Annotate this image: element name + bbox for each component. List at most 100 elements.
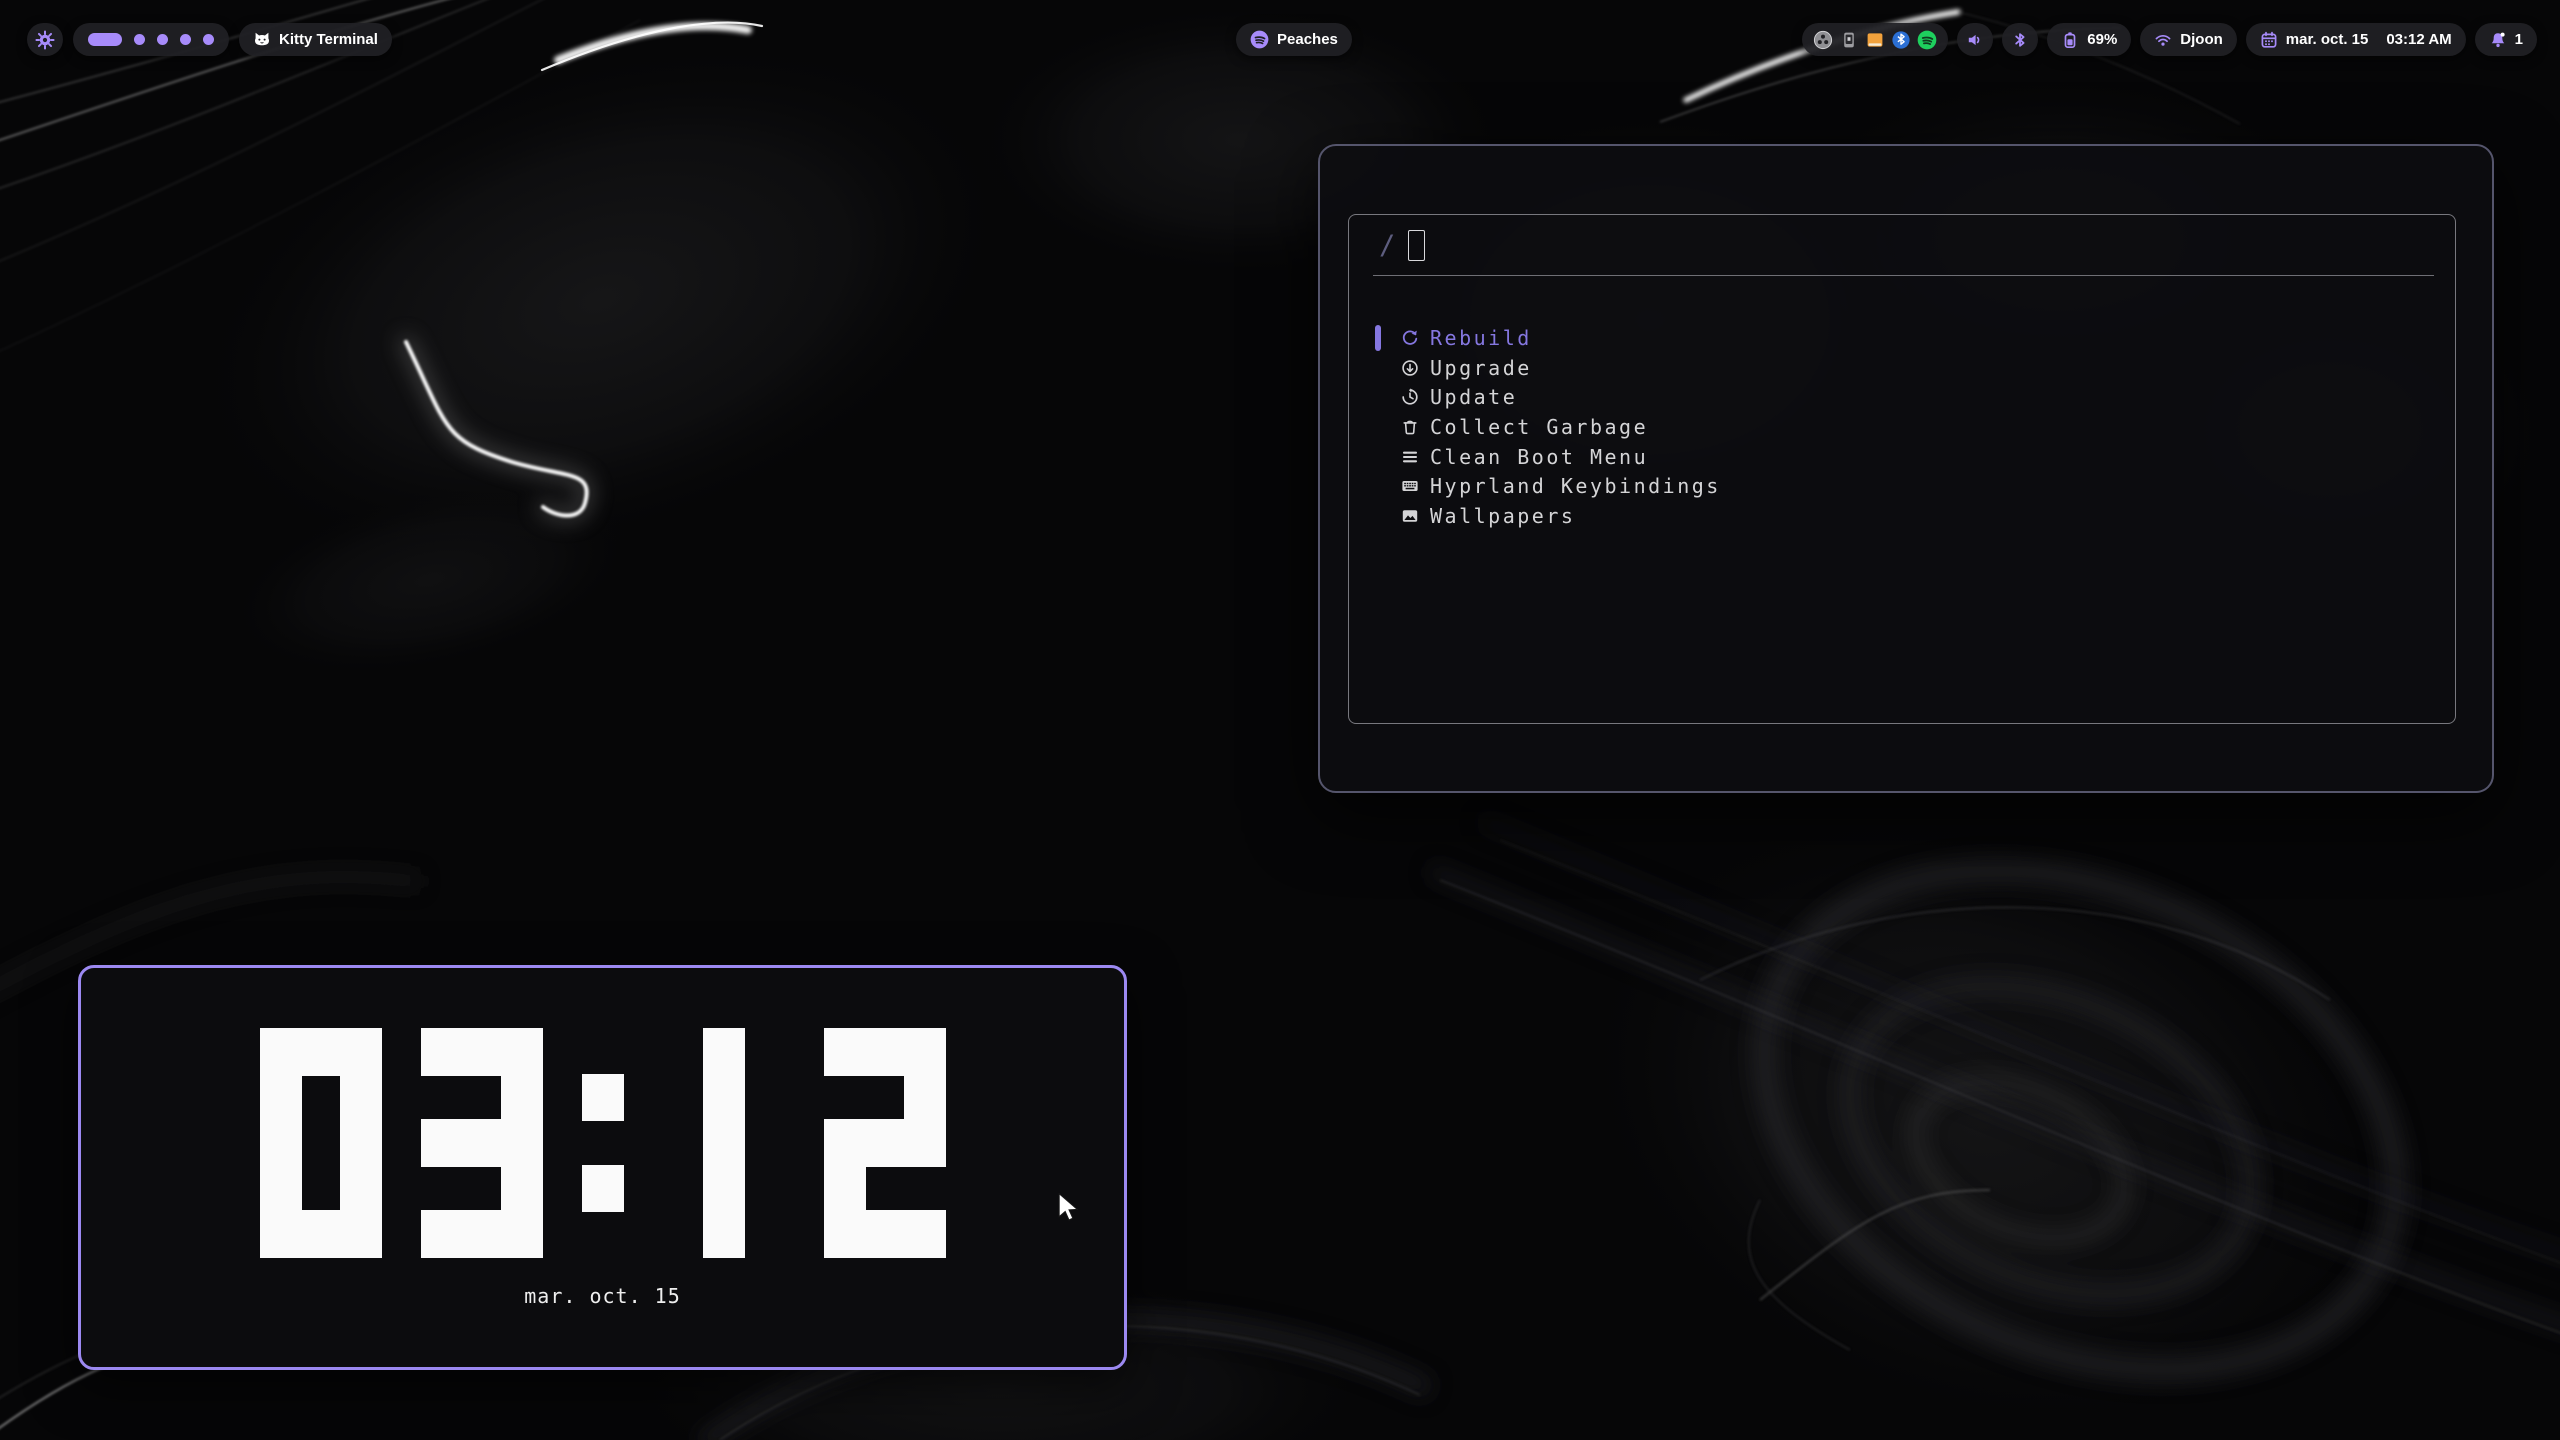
digit-cell xyxy=(301,1166,341,1212)
digit-cell xyxy=(261,1029,301,1075)
network-name: Djoon xyxy=(2180,31,2223,48)
obs-tray-icon[interactable] xyxy=(1813,30,1833,50)
digit-cell xyxy=(502,1029,542,1075)
launcher-item-label: Collect Garbage xyxy=(1430,415,1648,439)
focused-window-title: Kitty Terminal xyxy=(279,31,378,48)
digit-cell xyxy=(865,1166,905,1212)
launcher-menu: RebuildUpgradeUpdate Collect Garbage Clean… xyxy=(1349,323,2455,531)
digit-cell xyxy=(583,1029,623,1075)
digit-cell xyxy=(583,1120,623,1166)
launcher-item-wallpapers[interactable]: Wallpapers xyxy=(1349,501,2455,531)
launcher-item-collect-garbage[interactable]: Collect Garbage xyxy=(1349,412,2455,442)
clock-update-icon xyxy=(1401,388,1419,406)
digit-cell xyxy=(825,1211,865,1257)
bluetooth-tray-icon[interactable] xyxy=(1891,30,1911,50)
digit-cell xyxy=(865,1211,905,1257)
topbar-right: 69% Djoon mar. xyxy=(1802,23,2537,56)
speaker-icon xyxy=(1966,31,1984,49)
digit-cell xyxy=(704,1211,744,1257)
digit-cell xyxy=(301,1075,341,1121)
digit-cell xyxy=(261,1211,301,1257)
digit-cell xyxy=(502,1075,542,1121)
phone-tray-icon[interactable] xyxy=(1839,30,1859,50)
focused-window-pill[interactable]: Kitty Terminal xyxy=(239,23,392,56)
digit-cell xyxy=(744,1166,784,1212)
clock-time xyxy=(261,1029,945,1257)
digit-cell xyxy=(905,1075,945,1121)
digit-cell xyxy=(865,1029,905,1075)
digit-cell xyxy=(744,1120,784,1166)
notification-count: 1 xyxy=(2515,31,2523,48)
digit-cell xyxy=(422,1120,462,1166)
keyboard-icon xyxy=(1401,477,1419,495)
spotify-icon xyxy=(1250,30,1269,49)
launcher-search-input[interactable]: / xyxy=(1349,215,2455,275)
datetime-pill[interactable]: mar. oct. 15 03:12 AM xyxy=(2246,23,2466,56)
workspace-active[interactable] xyxy=(88,33,122,46)
workspace-dot[interactable] xyxy=(134,34,145,45)
digit-cell xyxy=(462,1166,502,1212)
digit-cell xyxy=(825,1166,865,1212)
digit-cell xyxy=(261,1075,301,1121)
bluetooth-pill[interactable] xyxy=(2002,23,2038,56)
digit-cell xyxy=(704,1166,744,1212)
image-icon xyxy=(1401,507,1419,525)
digit-cell xyxy=(583,1211,623,1257)
digit-cell xyxy=(704,1075,744,1121)
digit-cell xyxy=(502,1211,542,1257)
digit-cell xyxy=(422,1166,462,1212)
launcher-item-label: Hyprland Keybindings xyxy=(1430,474,1721,498)
digit-cell xyxy=(704,1029,744,1075)
cat-icon xyxy=(253,31,271,49)
files-tray-icon[interactable] xyxy=(1865,30,1885,50)
digit-cell xyxy=(865,1120,905,1166)
system-tray-pill[interactable] xyxy=(1802,23,1948,56)
digit-cell xyxy=(462,1120,502,1166)
workspaces-pill[interactable] xyxy=(73,23,229,56)
workspace-dot[interactable] xyxy=(157,34,168,45)
digit-cell xyxy=(341,1211,381,1257)
digit-cell xyxy=(744,1075,784,1121)
clock-digit xyxy=(664,1029,784,1257)
launcher-item-clean-boot-menu[interactable]: Clean Boot Menu xyxy=(1349,442,2455,472)
workspace-dot[interactable] xyxy=(180,34,191,45)
now-playing-title: Peaches xyxy=(1277,31,1338,48)
circle-down-arrow-icon xyxy=(1401,359,1419,377)
wifi-pill[interactable]: Djoon xyxy=(2140,23,2237,56)
digit-cell xyxy=(664,1075,704,1121)
gear-icon xyxy=(35,30,55,50)
text-cursor xyxy=(1408,230,1425,261)
launcher-item-update[interactable]: Update xyxy=(1349,382,2455,412)
digit-cell xyxy=(704,1120,744,1166)
digit-cell xyxy=(905,1120,945,1166)
digit-cell xyxy=(462,1211,502,1257)
volume-pill[interactable] xyxy=(1957,23,1993,56)
topbar-center: Peaches xyxy=(1236,23,1352,56)
digit-cell xyxy=(502,1166,542,1212)
clock-colon xyxy=(583,1029,623,1257)
wifi-icon xyxy=(2154,31,2172,49)
launcher-panel: / RebuildUpgradeUpdate Collect Garbage Cle… xyxy=(1348,214,2456,724)
digit-cell xyxy=(825,1120,865,1166)
settings-button[interactable] xyxy=(27,23,63,56)
launcher-item-hyprland-keybindings[interactable]: Hyprland Keybindings xyxy=(1349,471,2455,501)
digit-cell xyxy=(664,1029,704,1075)
workspace-dot[interactable] xyxy=(203,34,214,45)
digit-cell xyxy=(301,1120,341,1166)
topbar-left: Kitty Terminal xyxy=(27,23,392,56)
launcher-item-label: Clean Boot Menu xyxy=(1430,445,1648,469)
digit-cell xyxy=(341,1166,381,1212)
launcher-item-label: Wallpapers xyxy=(1430,504,1575,528)
digit-cell xyxy=(341,1075,381,1121)
launcher-item-rebuild[interactable]: Rebuild xyxy=(1349,323,2455,353)
digit-cell xyxy=(905,1166,945,1212)
battery-pill[interactable]: 69% xyxy=(2047,23,2131,56)
digit-cell xyxy=(301,1029,341,1075)
notifications-pill[interactable]: 1 xyxy=(2475,23,2537,56)
spotify-tray-icon[interactable] xyxy=(1917,30,1937,50)
launcher-item-upgrade[interactable]: Upgrade xyxy=(1349,353,2455,383)
bell-icon xyxy=(2489,31,2507,49)
now-playing-pill[interactable]: Peaches xyxy=(1236,23,1352,56)
separator xyxy=(1373,275,2434,276)
digit-cell xyxy=(422,1211,462,1257)
